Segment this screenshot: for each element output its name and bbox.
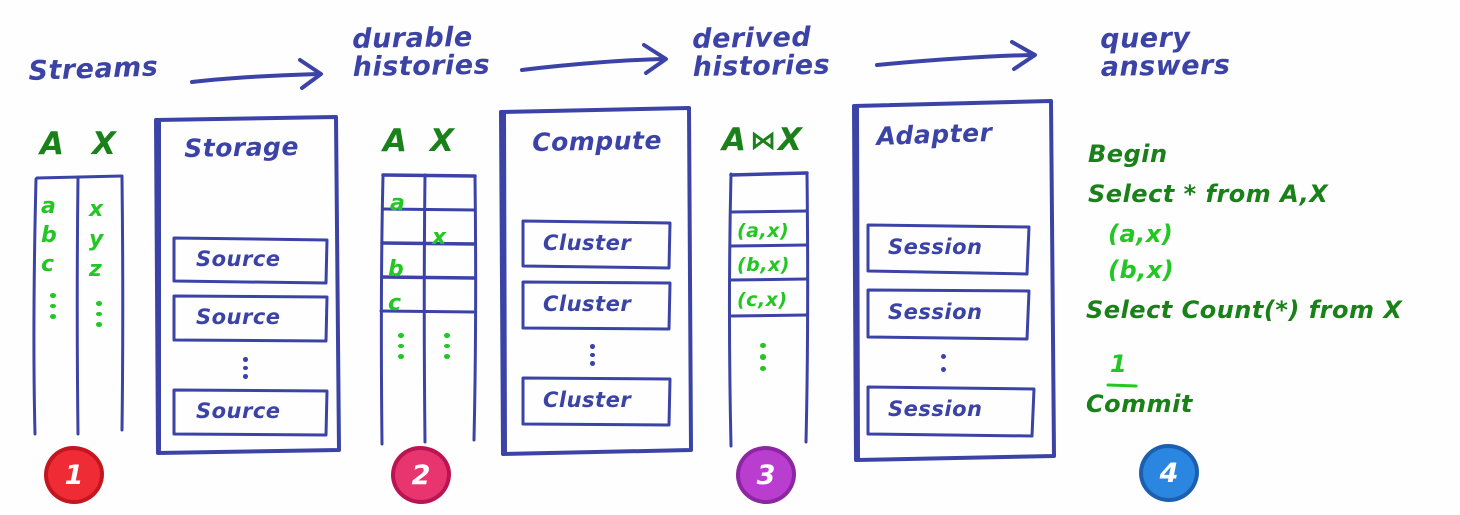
derived-cell-3: (c,x) <box>737 289 788 311</box>
query-line-4: Select Count(*) from X <box>1086 296 1403 324</box>
adapter-session-label-1: Session <box>888 300 983 324</box>
compute-cluster-label-1: Cluster <box>543 292 632 316</box>
stream-column-a-ellipsis <box>50 290 56 322</box>
storage-items-ellipsis <box>243 355 248 381</box>
stream-cell-x-0: x <box>89 197 104 222</box>
adapter-session-label-2: Session <box>888 397 983 421</box>
derived-cell-1: (a,x) <box>737 220 790 242</box>
durable-cell-x-1: x <box>432 225 447 250</box>
stage-header-query-line2: answers <box>1100 50 1231 84</box>
query-line-1: Select * from A,X <box>1088 180 1329 208</box>
step-badge-3-label: 3 <box>756 459 776 491</box>
stream-cell-x-2: z <box>89 257 103 282</box>
arrow-durable-to-derived <box>520 43 668 75</box>
step-badge-4-label: 4 <box>1159 457 1179 489</box>
step-badge-2-label: 2 <box>411 459 431 491</box>
compute-box-title: Compute <box>531 125 663 157</box>
query-result-underline <box>1106 383 1138 388</box>
query-line-6: Commit <box>1086 390 1193 418</box>
durable-cell-a-0: a <box>390 191 406 216</box>
durable-table-header-a: A <box>383 123 408 159</box>
stage-header-streams: Streams <box>27 51 159 87</box>
stream-cell-a-2: c <box>41 252 55 277</box>
query-line-5: 1 <box>1110 350 1128 378</box>
stream-table-header-x: X <box>92 126 117 162</box>
step-badge-2[interactable]: 2 <box>395 450 447 500</box>
durable-cell-a-3: c <box>388 291 402 316</box>
derived-table-grid <box>728 171 810 448</box>
stream-cell-a-0: a <box>41 194 57 219</box>
durable-cell-a-2: b <box>388 257 405 282</box>
derived-cell-2: (b,x) <box>737 254 790 276</box>
compute-cluster-label-0: Cluster <box>543 231 632 255</box>
step-badge-1[interactable]: 1 <box>48 450 100 500</box>
whiteboard-diagram: Streams durable histories derived histor… <box>0 0 1460 515</box>
query-line-2: (a,x) <box>1108 220 1174 248</box>
stage-header-derived-line2: histories <box>692 49 831 84</box>
arrow-streams-to-durable <box>190 58 323 90</box>
stage-header-durable-histories: durable histories <box>352 22 491 84</box>
query-line-3: (b,x) <box>1108 256 1175 284</box>
step-badge-4[interactable]: 4 <box>1143 448 1195 498</box>
adapter-session-label-0: Session <box>888 235 983 259</box>
durable-column-a-ellipsis <box>398 330 404 362</box>
derived-table-ellipsis <box>760 340 766 374</box>
join-symbol-icon: ⋈ <box>750 126 777 156</box>
storage-source-label-0: Source <box>196 247 281 271</box>
compute-items-ellipsis <box>590 342 595 368</box>
adapter-box-title: Adapter <box>875 117 993 151</box>
arrow-derived-to-query <box>875 40 1037 71</box>
step-badge-1-label: 1 <box>64 459 84 491</box>
compute-cluster-label-2: Cluster <box>543 388 632 412</box>
stream-cell-a-1: b <box>41 223 58 248</box>
derived-table-header-a: A <box>722 122 747 158</box>
stream-table-header-a: A <box>40 126 65 162</box>
adapter-items-ellipsis <box>941 352 946 374</box>
storage-box-title: Storage <box>183 131 300 163</box>
durable-column-x-ellipsis <box>444 330 450 362</box>
query-line-0: Begin <box>1088 140 1168 168</box>
step-badge-3[interactable]: 3 <box>740 450 792 500</box>
stage-header-streams-line1: Streams <box>27 51 159 87</box>
stream-column-x-ellipsis <box>96 298 102 330</box>
durable-table-header-x: X <box>430 123 455 159</box>
stage-header-durable-line2: histories <box>352 49 491 84</box>
storage-source-label-2: Source <box>196 399 281 423</box>
stage-header-derived-histories: derived histories <box>692 22 831 84</box>
derived-table-header-x: X <box>778 122 803 158</box>
storage-source-label-1: Source <box>196 305 281 329</box>
stage-header-query-answers: query answers <box>1100 22 1231 84</box>
stream-cell-x-1: y <box>89 227 104 252</box>
